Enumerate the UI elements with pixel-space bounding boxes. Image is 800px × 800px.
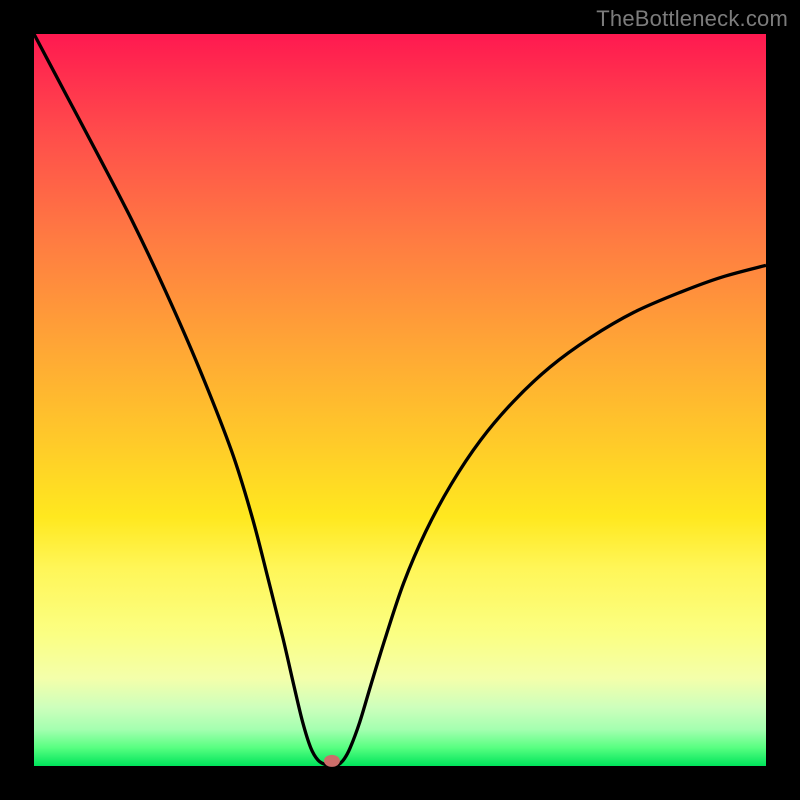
bottleneck-curve bbox=[34, 34, 766, 766]
chart-svg bbox=[34, 34, 766, 766]
optimal-point-marker bbox=[324, 755, 340, 767]
watermark-text: TheBottleneck.com bbox=[596, 6, 788, 32]
